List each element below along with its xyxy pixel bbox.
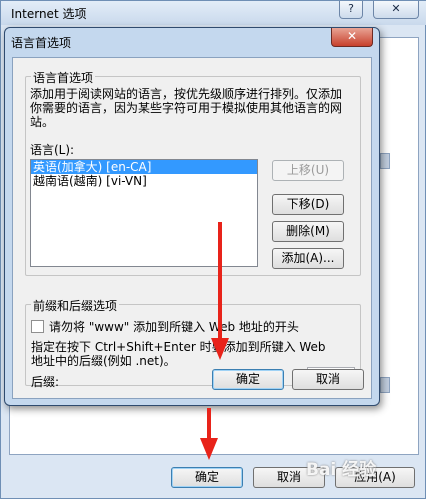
move-down-button[interactable]: 下移(D) xyxy=(272,194,344,215)
suffix-hint-line-1: 指定在按下 Ctrl+Shift+Enter 时要添加到所键入 Web xyxy=(31,340,326,354)
move-up-button[interactable]: 上移(U) xyxy=(272,160,344,181)
window-close-icon[interactable]: ✕ xyxy=(373,1,419,19)
language-listbox[interactable]: 英语(加拿大) [en-CA] 越南语(越南) [vi-VN] xyxy=(30,159,258,267)
language-description-line-2: 你需要的语言，因为某些字符可用于模拟使用其他语言的网 xyxy=(30,101,343,115)
language-preference-group: 语言首选项 添加用于阅读网站的语言，按优先级顺序进行排列。仅添加 你需要的语言，… xyxy=(25,69,361,276)
annotation-arrow-shaft xyxy=(207,408,211,440)
no-www-checkbox[interactable] xyxy=(31,320,44,333)
no-www-checkbox-label[interactable]: 请勿将 "www" 添加到所键入 Web 地址的开头 xyxy=(49,320,299,334)
suffix-label: 后缀: xyxy=(31,375,60,389)
dialog-ok-button[interactable]: 确定 xyxy=(212,369,284,390)
language-description-line-3: 站。 xyxy=(30,115,55,129)
language-group-label: 语言首选项 xyxy=(31,69,96,86)
internet-options-titlebar: Internet 选项 ? ✕ xyxy=(1,1,426,25)
remove-button[interactable]: 删除(M) xyxy=(272,221,344,242)
help-icon[interactable]: ? xyxy=(339,1,363,19)
language-list-label: 语言(L): xyxy=(30,143,75,157)
language-list-item-en-ca[interactable]: 英语(加拿大) [en-CA] xyxy=(31,160,257,174)
dialog-title: 语言首选项 xyxy=(11,36,72,50)
language-description-line-1: 添加用于阅读网站的语言，按优先级顺序进行排列。仅添加 xyxy=(30,87,343,101)
suffix-hint-line-2: 地址中的后缀(例如 .net)。 xyxy=(31,354,176,368)
back-panel-control xyxy=(380,153,390,169)
dialog-close-icon[interactable]: ✕ xyxy=(331,28,373,47)
back-panel-control xyxy=(380,377,390,393)
annotation-arrow-head xyxy=(211,338,229,360)
dialog-client-area: 语言首选项 添加用于阅读网站的语言，按优先级顺序进行排列。仅添加 你需要的语言，… xyxy=(12,57,372,399)
annotation-arrow-head xyxy=(200,438,218,460)
prefix-suffix-group-label: 前缀和后缀选项 xyxy=(31,297,120,314)
language-list-item-vi-vn[interactable]: 越南语(越南) [vi-VN] xyxy=(31,174,257,188)
add-language-button[interactable]: 添加(A)... xyxy=(272,248,344,269)
internet-options-ok-button[interactable]: 确定 xyxy=(171,467,243,488)
dialog-cancel-button[interactable]: 取消 xyxy=(292,369,364,390)
window-title: Internet 选项 xyxy=(11,7,87,21)
language-preference-dialog: 语言首选项 ✕ 语言首选项 添加用于阅读网站的语言，按优先级顺序进行排列。仅添加… xyxy=(4,27,380,406)
annotation-arrow-shaft xyxy=(218,222,222,340)
watermark-logo: Bai 经验 xyxy=(306,460,377,480)
